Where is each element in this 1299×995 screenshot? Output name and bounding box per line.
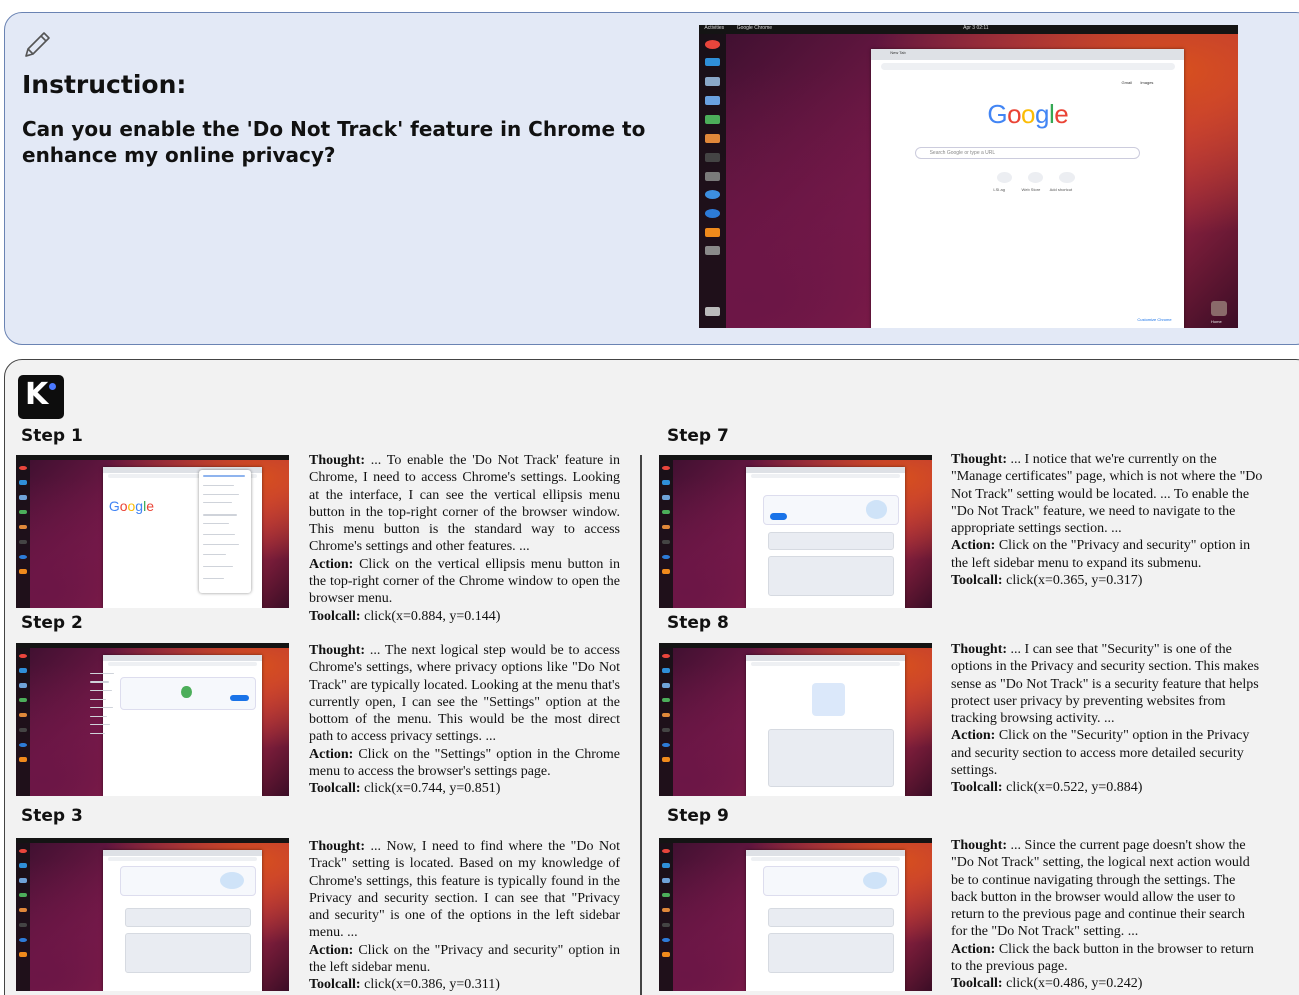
step-title: Step 8 xyxy=(667,613,729,633)
activities-label: Activities xyxy=(704,25,725,31)
step-title: Step 3 xyxy=(21,806,83,826)
disk-dock-icon[interactable] xyxy=(704,189,720,199)
trash-dock-icon[interactable] xyxy=(704,245,720,255)
add-shortcut-icon[interactable] xyxy=(1059,171,1075,184)
step-text: Thought: ... Since the current page does… xyxy=(951,838,1254,992)
dock-icon xyxy=(19,495,27,500)
step-toolcall: click(x=0.486, y=0.242) xyxy=(1006,976,1143,992)
dock-icon xyxy=(19,539,27,545)
dock-icon xyxy=(19,465,27,470)
help-dock-icon[interactable] xyxy=(704,208,720,218)
home-folder-icon[interactable] xyxy=(1211,300,1228,316)
agent-logo: K xyxy=(18,375,64,419)
step-text: Thought: ... To enable the 'Do Not Track… xyxy=(309,453,620,624)
step-screenshot xyxy=(659,838,932,991)
gmail-link[interactable]: Gmail xyxy=(1122,80,1132,85)
step-title: Step 7 xyxy=(667,426,729,446)
chrome-window: New Tab Gmail Images Google Search Googl… xyxy=(871,49,1185,328)
shortcut-label: Web Store xyxy=(1021,187,1041,193)
images-link[interactable]: Images xyxy=(1140,80,1153,85)
apps-grid-icon[interactable] xyxy=(704,307,720,317)
step-action: Click on the "Privacy and security" opti… xyxy=(951,538,1251,571)
google-logo: Google xyxy=(987,99,1069,130)
step-title: Step 9 xyxy=(667,806,729,826)
instruction-label: Instruction: xyxy=(22,70,187,99)
dock-icon xyxy=(19,524,27,530)
search-placeholder: Search Google or type a URL xyxy=(929,149,996,156)
step-screenshot: Google xyxy=(16,455,289,608)
dock-icon xyxy=(19,554,27,559)
step-text: Thought: ... I notice that we're current… xyxy=(951,452,1263,589)
step-thought: ... Since the current page doesn't show … xyxy=(951,838,1250,940)
step-screenshot xyxy=(16,643,289,796)
step-toolcall: click(x=0.522, y=0.884) xyxy=(1006,780,1143,796)
step-action: Click the back button in the browser to … xyxy=(951,941,1254,975)
files-dock-icon[interactable] xyxy=(704,76,720,86)
step-action: Click on the vertical ellipsis menu butt… xyxy=(309,556,620,607)
step-toolcall: click(x=0.744, y=0.851) xyxy=(364,781,501,797)
step-text: Thought: ... I can see that "Security" i… xyxy=(951,642,1260,796)
top-bar: Activities Google Chrome Apr 3 02:11 xyxy=(699,25,1238,35)
desktop-screenshot: Activities Google Chrome Apr 3 02:11 New… xyxy=(699,25,1238,328)
step-text: Thought: ... Now, I need to find where t… xyxy=(309,839,620,993)
app-name-label: Google Chrome xyxy=(736,25,773,31)
step-action: Click on the "Privacy and security" opti… xyxy=(309,942,620,976)
editor-dock-icon[interactable] xyxy=(704,172,720,182)
shortcut-icon[interactable] xyxy=(996,171,1013,184)
step-action: Click on the "Settings" option in the Ch… xyxy=(309,746,621,780)
step-text: Thought: ... The next logical step would… xyxy=(309,643,621,797)
tab-strip: New Tab xyxy=(871,49,1185,61)
step-title: Step 1 xyxy=(21,426,83,446)
customize-chrome-button[interactable]: Customize Chrome xyxy=(1137,317,1171,322)
step-screenshot xyxy=(659,643,932,796)
shortcut-icon[interactable] xyxy=(1027,171,1044,184)
tab-new-tab[interactable]: New Tab xyxy=(890,50,906,55)
chrome-dock-icon[interactable] xyxy=(704,39,720,49)
security-illustration xyxy=(811,682,845,717)
step-thought: ... Now, I need to find where the "Do No… xyxy=(309,839,620,941)
logo-dot-icon xyxy=(49,383,56,390)
shortcut-label: Add shortcut xyxy=(1049,187,1073,193)
clock-label: Apr 3 02:11 xyxy=(963,25,989,31)
sheets-dock-icon[interactable] xyxy=(704,114,720,124)
vscode-dock-icon[interactable] xyxy=(704,57,720,67)
step-thought: ... The next logical step would be to ac… xyxy=(309,643,621,745)
column-divider xyxy=(640,455,642,995)
dock-icon xyxy=(19,510,27,515)
dock-icon xyxy=(19,569,27,574)
dock xyxy=(699,34,726,328)
step-title: Step 2 xyxy=(21,613,83,633)
step-thought: ... To enable the 'Do Not Track' feature… xyxy=(309,453,620,555)
pencil-icon xyxy=(25,32,50,57)
step-toolcall: click(x=0.365, y=0.317) xyxy=(1006,573,1143,589)
google-logo: Google xyxy=(108,497,155,514)
step-toolcall: click(x=0.386, y=0.311) xyxy=(364,977,500,993)
step-screenshot xyxy=(659,455,932,608)
docs-dock-icon[interactable] xyxy=(704,95,720,105)
dock-icon xyxy=(19,480,27,485)
terminal-dock-icon[interactable] xyxy=(704,153,720,162)
shortcut-label: LSI.ag xyxy=(993,187,1005,193)
vlc-dock-icon[interactable] xyxy=(704,228,720,237)
home-folder-label: Home xyxy=(1211,318,1222,324)
step-action: Click on the "Security" option in the Pr… xyxy=(951,728,1250,779)
slides-dock-icon[interactable] xyxy=(704,134,720,143)
address-bar[interactable] xyxy=(880,63,1175,71)
google-search-input[interactable]: Search Google or type a URL xyxy=(915,146,1141,160)
chrome-menu xyxy=(198,470,251,593)
step-toolcall: click(x=0.884, y=0.144) xyxy=(364,608,501,624)
instruction-text: Can you enable the 'Do Not Track' featur… xyxy=(22,117,646,167)
step-screenshot xyxy=(16,838,289,991)
